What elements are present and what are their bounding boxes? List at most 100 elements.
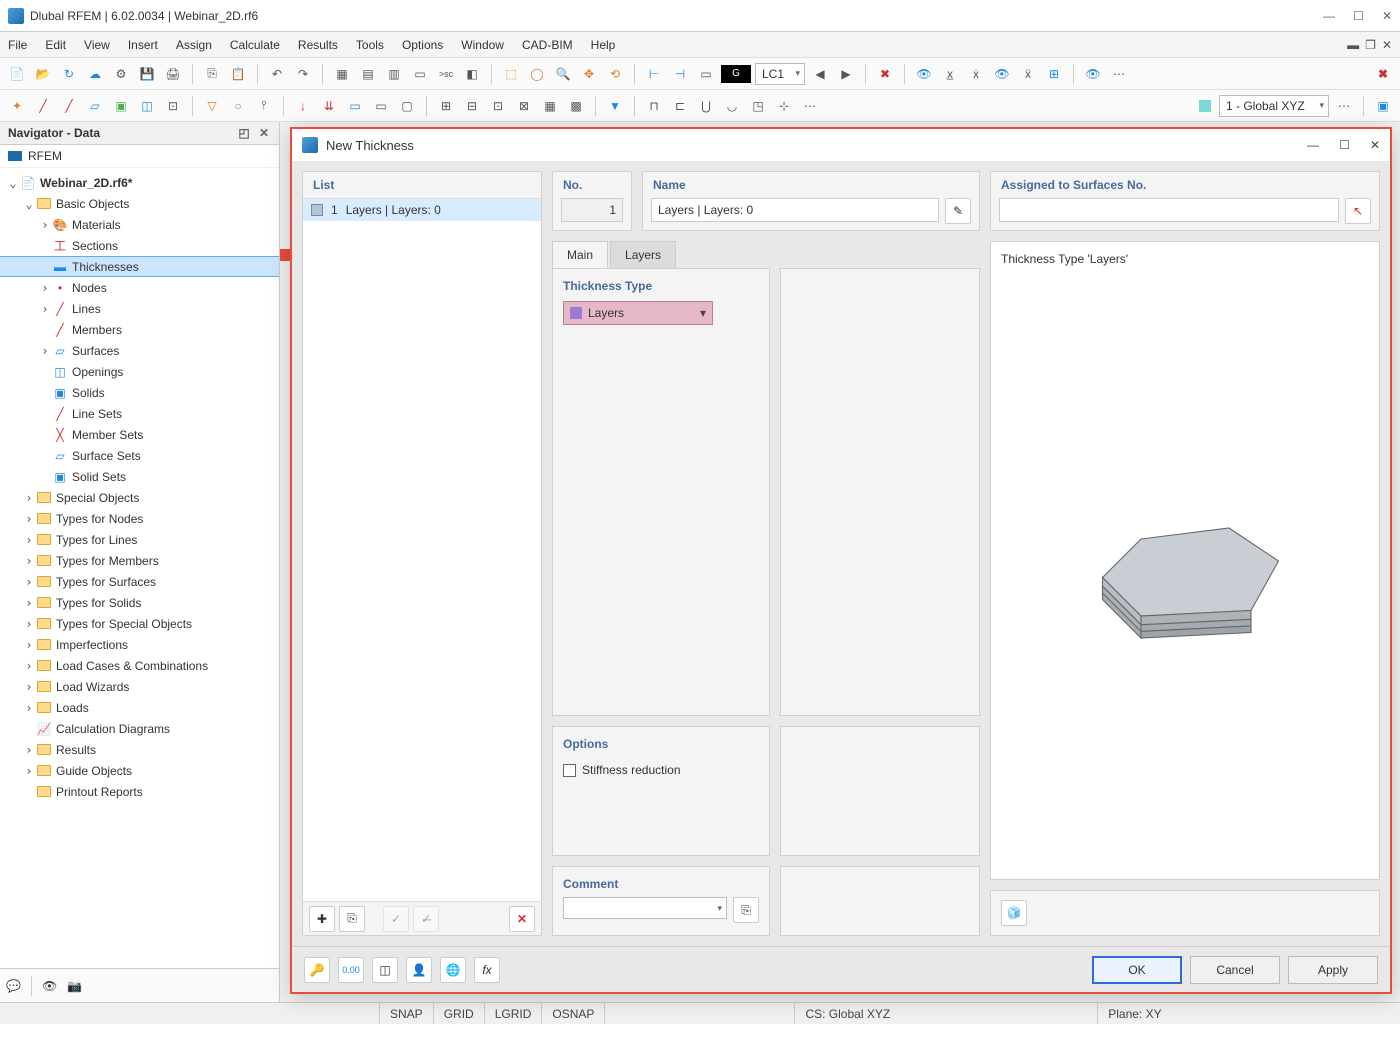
- tree-special-objects[interactable]: ›Special Objects: [0, 487, 279, 508]
- comment-dropdown[interactable]: [563, 897, 727, 919]
- check-button[interactable]: ✓: [383, 906, 409, 932]
- tree-materials[interactable]: ›🎨Materials: [0, 214, 279, 235]
- tree-member-sets[interactable]: ╳Member Sets: [0, 424, 279, 445]
- tab-layers[interactable]: Layers: [610, 241, 676, 268]
- solid-icon[interactable]: ▣: [110, 95, 132, 117]
- cube-icon[interactable]: ◳: [747, 95, 769, 117]
- more2-icon[interactable]: ⋯: [799, 95, 821, 117]
- tree-solids[interactable]: ▣Solids: [0, 382, 279, 403]
- gear-icon[interactable]: ⚙: [110, 63, 132, 85]
- load1-icon[interactable]: ↓: [292, 95, 314, 117]
- beam4-icon[interactable]: ◡: [721, 95, 743, 117]
- tree-lines[interactable]: ›╱Lines: [0, 298, 279, 319]
- mesh2-icon[interactable]: ⊟: [461, 95, 483, 117]
- tree-types-solids[interactable]: ›Types for Solids: [0, 592, 279, 613]
- new-icon[interactable]: 📄: [6, 63, 28, 85]
- filter-icon[interactable]: ✖: [874, 63, 896, 85]
- member-icon[interactable]: ╱: [58, 95, 80, 117]
- tree-types-surfaces[interactable]: ›Types for Surfaces: [0, 571, 279, 592]
- tree-thicknesses[interactable]: ▬Thicknesses: [0, 256, 279, 277]
- coordinate-system-dropdown[interactable]: 1 - Global XYZ: [1219, 95, 1329, 117]
- mdi-minimize-icon[interactable]: ▬: [1347, 38, 1359, 52]
- load4-icon[interactable]: ▭: [370, 95, 392, 117]
- tree-openings[interactable]: ◫Openings: [0, 361, 279, 382]
- tree-types-nodes[interactable]: ›Types for Nodes: [0, 508, 279, 529]
- mdi-restore-icon[interactable]: ❐: [1365, 38, 1376, 52]
- line-icon[interactable]: ╱: [32, 95, 54, 117]
- loadcase-dropdown[interactable]: LC1: [755, 63, 805, 85]
- status-grid[interactable]: GRID: [434, 1003, 485, 1024]
- opening-icon[interactable]: ◫: [136, 95, 158, 117]
- view5-icon[interactable]: ẍ: [1017, 63, 1039, 85]
- dialog-maximize-button[interactable]: ☐: [1339, 138, 1350, 152]
- more3-icon[interactable]: ⋯: [1333, 95, 1355, 117]
- save-icon[interactable]: 💾: [136, 63, 158, 85]
- maximize-button[interactable]: ☐: [1353, 9, 1364, 23]
- tree-loads[interactable]: ›Loads: [0, 697, 279, 718]
- script-icon[interactable]: ▭: [409, 63, 431, 85]
- node-icon[interactable]: ✦: [6, 95, 28, 117]
- navigator-root[interactable]: RFEM: [0, 145, 279, 168]
- status-snap[interactable]: SNAP: [380, 1003, 434, 1024]
- menu-calculate[interactable]: Calculate: [230, 38, 280, 52]
- uncheck-button[interactable]: ✓̶: [413, 906, 439, 932]
- chat-icon[interactable]: 💬: [6, 979, 21, 993]
- delete-icon[interactable]: ✖: [1372, 63, 1394, 85]
- undo-icon[interactable]: ↶: [266, 63, 288, 85]
- pan-icon[interactable]: ✥: [578, 63, 600, 85]
- rotate-icon[interactable]: ⟲: [604, 63, 626, 85]
- zoom-icon[interactable]: 🔍: [552, 63, 574, 85]
- load3-icon[interactable]: ▭: [344, 95, 366, 117]
- tree-load-wizards[interactable]: ›Load Wizards: [0, 676, 279, 697]
- close-panel-icon[interactable]: ✕: [257, 126, 271, 140]
- camera-icon[interactable]: 📷: [67, 979, 82, 993]
- funnel-icon[interactable]: ▼: [604, 95, 626, 117]
- menu-options[interactable]: Options: [402, 38, 443, 52]
- units-button[interactable]: 0.00: [338, 957, 364, 983]
- tree-print-reports[interactable]: Printout Reports: [0, 781, 279, 802]
- refresh-icon[interactable]: ↻: [58, 63, 80, 85]
- dim3-icon[interactable]: ▭: [695, 63, 717, 85]
- list-item[interactable]: 1 Layers | Layers: 0: [303, 199, 541, 221]
- support-icon[interactable]: ▽: [201, 95, 223, 117]
- dim2-icon[interactable]: ⊣: [669, 63, 691, 85]
- menu-tools[interactable]: Tools: [356, 38, 384, 52]
- mesh3-icon[interactable]: ⊡: [487, 95, 509, 117]
- new-item-button[interactable]: ✚: [309, 906, 335, 932]
- menu-results[interactable]: Results: [298, 38, 338, 52]
- tree-solid-sets[interactable]: ▣Solid Sets: [0, 466, 279, 487]
- fx-button[interactable]: fx: [474, 957, 500, 983]
- grid-icon[interactable]: ⊞: [1043, 63, 1065, 85]
- spring-icon[interactable]: ⫯: [253, 95, 275, 117]
- tree-surfaces[interactable]: ›▱Surfaces: [0, 340, 279, 361]
- preview-settings-button[interactable]: 🧊: [1001, 900, 1027, 926]
- status-lgrid[interactable]: LGRID: [485, 1003, 543, 1024]
- name-field[interactable]: Layers | Layers: 0: [651, 198, 939, 222]
- tree-nodes[interactable]: ›•Nodes: [0, 277, 279, 298]
- menu-insert[interactable]: Insert: [128, 38, 158, 52]
- menu-assign[interactable]: Assign: [176, 38, 212, 52]
- menu-file[interactable]: File: [8, 38, 27, 52]
- dim1-icon[interactable]: ⊢: [643, 63, 665, 85]
- edit-name-button[interactable]: ✎: [945, 198, 971, 224]
- axis-icon[interactable]: ⊹: [773, 95, 795, 117]
- set-icon[interactable]: ⊡: [162, 95, 184, 117]
- tree-types-members[interactable]: ›Types for Members: [0, 550, 279, 571]
- tree-load-cases[interactable]: ›Load Cases & Combinations: [0, 655, 279, 676]
- menu-cadbim[interactable]: CAD-BIM: [522, 38, 573, 52]
- table3-icon[interactable]: ▥: [383, 63, 405, 85]
- tree-results[interactable]: ›Results: [0, 739, 279, 760]
- menu-window[interactable]: Window: [461, 38, 504, 52]
- cloud-icon[interactable]: ☁: [84, 63, 106, 85]
- tree-surface-sets[interactable]: ▱Surface Sets: [0, 445, 279, 466]
- tree-line-sets[interactable]: ╱Line Sets: [0, 403, 279, 424]
- undock-icon[interactable]: ◰: [237, 126, 251, 140]
- render-icon[interactable]: ▣: [1372, 95, 1394, 117]
- mdi-close-icon[interactable]: ✕: [1382, 38, 1392, 52]
- hinge-icon[interactable]: ○: [227, 95, 249, 117]
- assign-button[interactable]: 👤: [406, 957, 432, 983]
- tree-types-lines[interactable]: ›Types for Lines: [0, 529, 279, 550]
- status-osnap[interactable]: OSNAP: [542, 1003, 605, 1024]
- load2-icon[interactable]: ⇊: [318, 95, 340, 117]
- redo-icon[interactable]: ↷: [292, 63, 314, 85]
